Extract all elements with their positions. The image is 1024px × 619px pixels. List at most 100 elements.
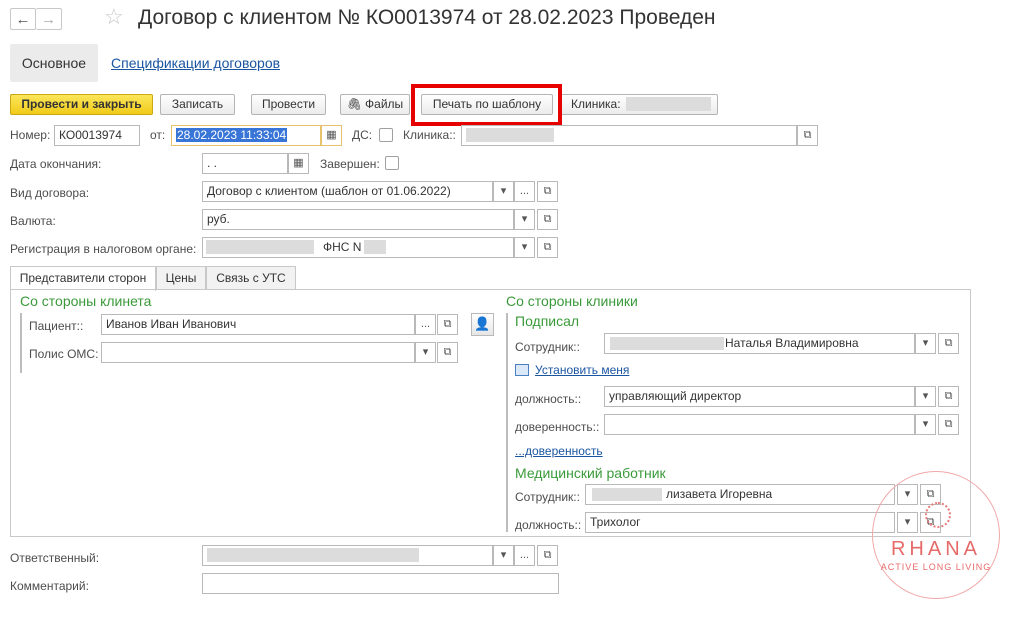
med-position-label: должность:: xyxy=(515,518,582,532)
tab-specifications[interactable]: Спецификации договоров xyxy=(111,55,280,71)
patient-select-button[interactable]: ... xyxy=(415,314,436,335)
open-form-icon: ⧉ xyxy=(944,418,953,430)
post-and-close-button[interactable]: Провести и закрыть xyxy=(10,94,153,115)
med-position-field[interactable]: Трихолог xyxy=(585,512,895,533)
set-me-link[interactable]: Установить меня xyxy=(535,363,629,377)
clinic-group-bar xyxy=(506,313,508,532)
currency-open-button[interactable]: ⧉ xyxy=(537,209,558,230)
tab-main[interactable]: Основное xyxy=(10,44,98,82)
highlight-box xyxy=(411,84,562,126)
contract-type-label: Вид договора: xyxy=(10,186,90,200)
chevron-down-icon: ▾ xyxy=(922,418,929,430)
tab-prices[interactable]: Цены xyxy=(156,266,206,290)
clinic-open-button[interactable]: ⧉ xyxy=(797,125,818,146)
contract-type-field[interactable]: Договор с клиентом (шаблон от 01.06.2022… xyxy=(202,181,493,202)
date-value: 28.02.2023 11:33:04 xyxy=(176,128,288,142)
oms-label: Полис ОМС: xyxy=(29,347,99,361)
redacted-tax-reg-number xyxy=(364,240,386,254)
power-of-attorney-field[interactable] xyxy=(604,414,915,435)
ellipsis-icon: ... xyxy=(519,549,530,561)
open-form-icon: ⧉ xyxy=(543,241,552,253)
back-button[interactable]: ← xyxy=(10,8,36,30)
position-dropdown[interactable]: ▾ xyxy=(915,386,936,407)
ellipsis-icon: ... xyxy=(519,185,530,197)
signed-heading: Подписал xyxy=(515,313,580,329)
responsible-select-button[interactable]: ... xyxy=(514,545,535,566)
ds-checkbox[interactable] xyxy=(379,128,393,142)
calendar-icon: ▦ xyxy=(293,157,304,169)
power-of-attorney-link[interactable]: ...доверенность xyxy=(515,444,603,458)
power-of-attorney-dropdown[interactable]: ▾ xyxy=(915,414,936,435)
position-field[interactable]: управляющий директор xyxy=(604,386,915,407)
save-button[interactable]: Записать xyxy=(160,94,235,115)
post-button[interactable]: Провести xyxy=(251,94,326,115)
virus-icon xyxy=(925,502,951,528)
date-label: от: xyxy=(150,128,166,142)
patient-open-button[interactable]: ⧉ xyxy=(437,314,458,335)
completed-label: Завершен: xyxy=(320,157,380,171)
calendar-icon: ▦ xyxy=(326,129,337,141)
files-label: Файлы xyxy=(365,97,404,111)
completed-checkbox[interactable] xyxy=(385,156,399,170)
client-side-heading: Со стороны клинета xyxy=(20,293,152,309)
patient-card-button[interactable]: 👤 xyxy=(471,313,494,336)
redacted-responsible xyxy=(207,548,419,562)
favorite-star-icon[interactable]: ☆ xyxy=(104,4,124,30)
currency-label: Валюта: xyxy=(10,214,56,228)
tax-registration-open-button[interactable]: ⧉ xyxy=(537,237,558,258)
contract-type-select-button[interactable]: ... xyxy=(514,181,535,202)
tab-representatives[interactable]: Представители сторон xyxy=(10,266,156,291)
logo-tagline: ACTIVE LONG LIVING xyxy=(880,562,992,572)
contract-type-dropdown[interactable]: ▾ xyxy=(493,181,514,202)
oms-dropdown[interactable]: ▾ xyxy=(415,342,436,363)
open-form-icon: ⧉ xyxy=(944,337,953,349)
clinic-label: Клиника:: xyxy=(403,128,456,142)
responsible-dropdown[interactable]: ▾ xyxy=(493,545,514,566)
forward-button[interactable]: → xyxy=(36,8,62,30)
redacted-med-employee xyxy=(592,488,662,501)
comment-field[interactable] xyxy=(202,573,559,594)
open-form-icon: ⧉ xyxy=(543,549,552,561)
patient-field[interactable]: Иванов Иван Иванович xyxy=(101,314,415,335)
oms-field[interactable] xyxy=(101,342,415,363)
employee-dropdown[interactable]: ▾ xyxy=(915,333,936,354)
tax-registration-dropdown[interactable]: ▾ xyxy=(514,237,535,258)
oms-open-button[interactable]: ⧉ xyxy=(437,342,458,363)
position-label: должность:: xyxy=(515,392,582,406)
clinic-button-label: Клиника: xyxy=(571,97,621,111)
currency-dropdown[interactable]: ▾ xyxy=(514,209,535,230)
open-form-icon: ⧉ xyxy=(443,346,452,358)
contract-type-open-button[interactable]: ⧉ xyxy=(537,181,558,202)
responsible-label: Ответственный: xyxy=(10,551,100,565)
tab-uts-link[interactable]: Связь с УТС xyxy=(206,266,296,290)
files-button[interactable]: 🖇 Файлы xyxy=(340,94,410,115)
date-field[interactable]: 28.02.2023 11:33:04 xyxy=(171,125,321,146)
chevron-down-icon: ▾ xyxy=(500,185,507,197)
power-of-attorney-open-button[interactable]: ⧉ xyxy=(938,414,959,435)
end-date-field[interactable]: . . xyxy=(202,153,288,174)
clinic-side-heading: Со стороны клиники xyxy=(506,293,638,309)
open-form-icon: ⧉ xyxy=(803,129,812,141)
calendar-button[interactable]: ▦ xyxy=(321,125,342,146)
medical-worker-heading: Медицинский работник xyxy=(515,465,666,481)
logo-brand: RHANA xyxy=(890,538,981,560)
responsible-open-button[interactable]: ⧉ xyxy=(537,545,558,566)
set-me-icon xyxy=(515,364,529,376)
chevron-down-icon: ▾ xyxy=(922,390,929,402)
redacted-employee xyxy=(610,337,724,350)
number-field[interactable]: КО0013974 xyxy=(54,125,140,146)
currency-field[interactable]: руб. xyxy=(202,209,514,230)
open-form-icon: ⧉ xyxy=(443,318,452,330)
chevron-down-icon: ▾ xyxy=(422,346,429,358)
med-employee-label: Сотрудник:: xyxy=(515,490,580,504)
open-form-icon: ⧉ xyxy=(543,213,552,225)
end-date-calendar-button[interactable]: ▦ xyxy=(288,153,309,174)
chevron-down-icon: ▾ xyxy=(521,241,528,253)
open-form-icon: ⧉ xyxy=(944,390,953,402)
employee-open-button[interactable]: ⧉ xyxy=(938,333,959,354)
employee-label: Сотрудник:: xyxy=(515,340,580,354)
person-search-icon: 👤 xyxy=(474,316,491,331)
ellipsis-icon: ... xyxy=(420,318,431,330)
position-open-button[interactable]: ⧉ xyxy=(938,386,959,407)
redacted-clinic-field xyxy=(466,128,554,142)
